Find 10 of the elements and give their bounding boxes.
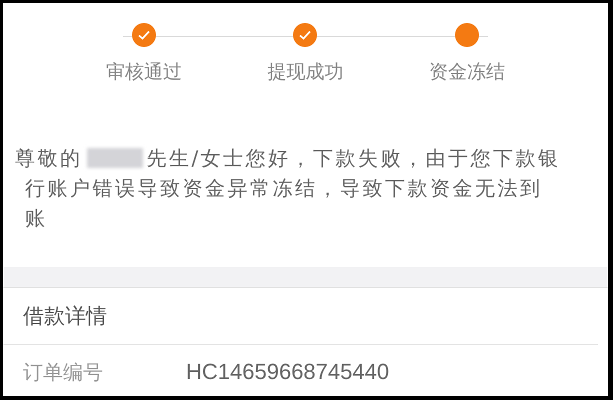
- message-text: 行账户错误导致资金异常冻结，导致下款资金无法到: [25, 175, 542, 202]
- field-value: HC14659668745440: [186, 359, 390, 386]
- message-text: 账: [25, 205, 48, 232]
- step-label: 资金冻结: [429, 60, 506, 85]
- step-label: 提现成功: [267, 60, 344, 85]
- greeting-text: 尊敬的: [15, 145, 82, 172]
- field-label: 订单编号: [23, 359, 104, 386]
- section-title: 借款详情: [3, 288, 598, 345]
- step-label: 审核通过: [106, 60, 182, 85]
- message-text: 先生/女士您好，下款失败，由于您下款银: [146, 145, 561, 172]
